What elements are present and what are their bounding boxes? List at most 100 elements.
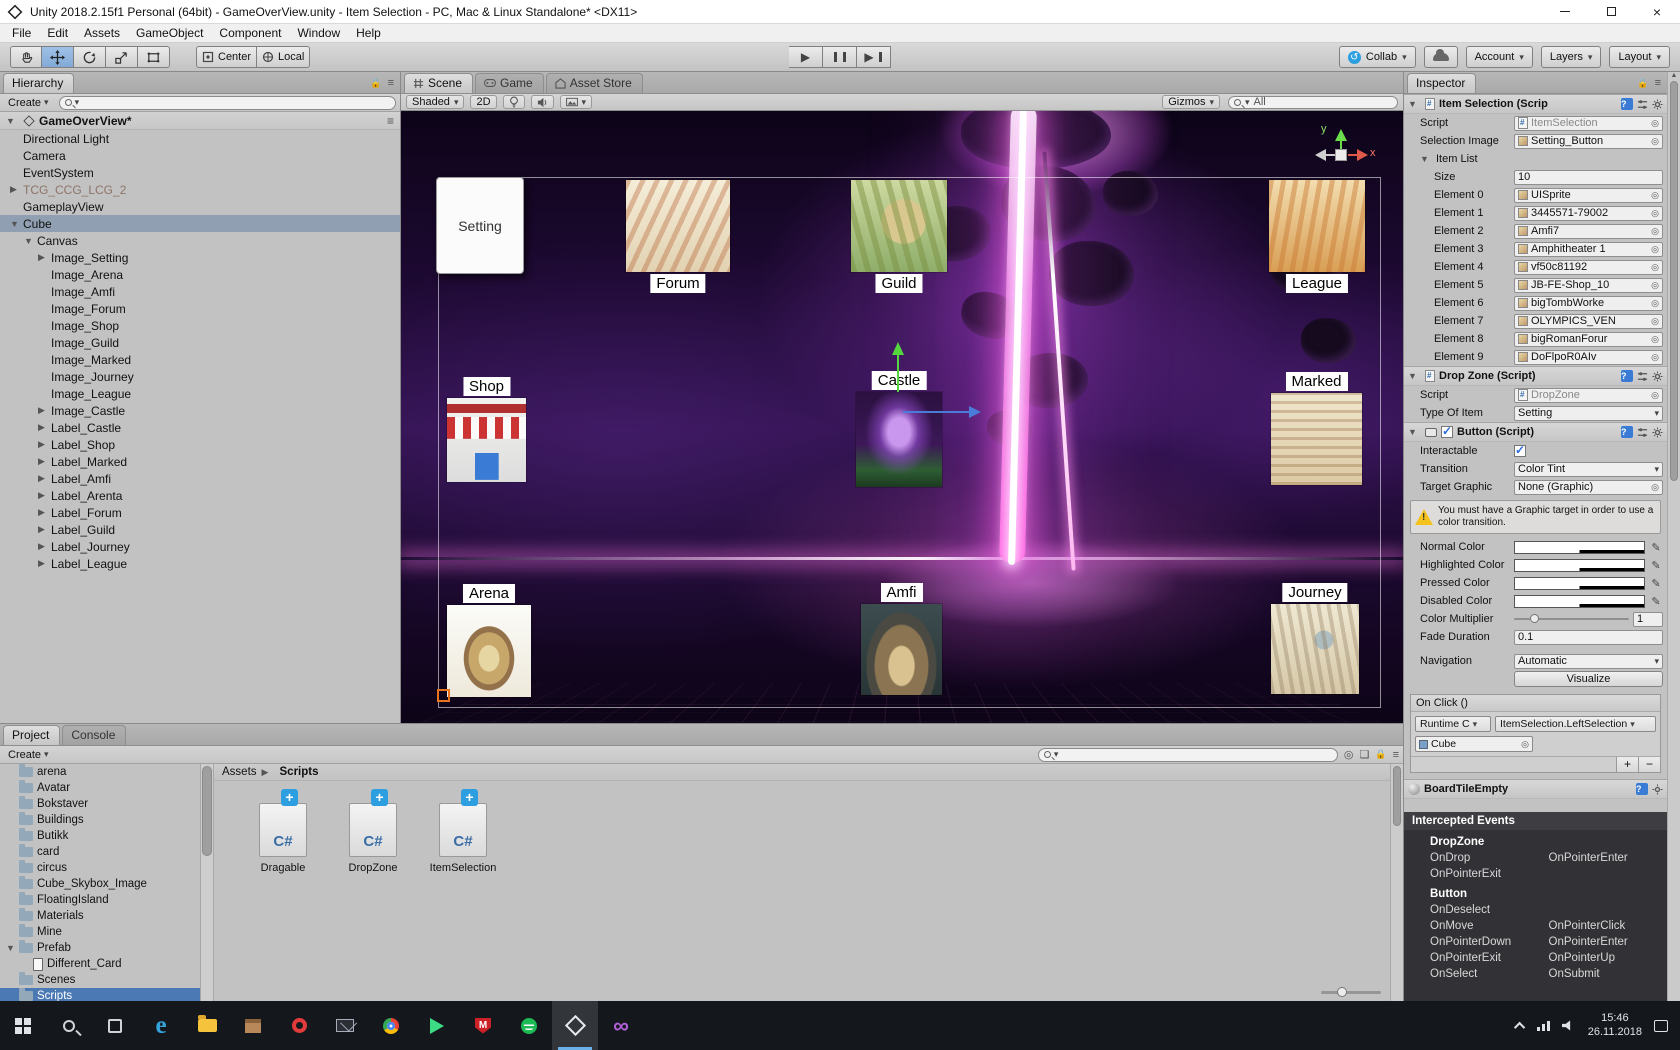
- foldout-closed-icon[interactable]: ▶: [38, 252, 51, 263]
- object-picker-icon[interactable]: ◎: [1651, 118, 1659, 129]
- hierarchy-search-input[interactable]: ▾: [58, 95, 396, 110]
- remove-event-button[interactable]: −: [1638, 757, 1660, 772]
- hierarchy-item-image_arena[interactable]: Image_Arena: [0, 266, 400, 283]
- color-multiplier-field[interactable]: 1: [1633, 611, 1663, 627]
- move-gizmo-y-axis[interactable]: [897, 354, 899, 392]
- unity-taskbar-button[interactable]: [552, 1001, 598, 1050]
- gear-icon[interactable]: [1652, 426, 1663, 438]
- foldout-open-icon[interactable]: ▼: [1408, 371, 1421, 381]
- inspector-scrollbar[interactable]: ▲: [1667, 72, 1680, 1001]
- hierarchy-item-eventsystem[interactable]: EventSystem: [0, 164, 400, 181]
- hierarchy-item-label_forum[interactable]: ▶ Label_Forum: [0, 504, 400, 521]
- selection-image-field[interactable]: Setting_Button ◎: [1514, 133, 1663, 149]
- project-search-input[interactable]: ▾: [1037, 747, 1338, 762]
- component-header-board-tile[interactable]: BoardTileEmpty ?: [1404, 779, 1667, 799]
- scene-image-guild[interactable]: [851, 180, 947, 272]
- foldout-open-icon[interactable]: ▼: [10, 219, 23, 229]
- gizmo-back-cone-icon[interactable]: [1315, 149, 1326, 161]
- hand-tool-button[interactable]: [10, 46, 42, 68]
- search-taskbar-button[interactable]: [46, 1001, 92, 1050]
- foldout-closed-icon[interactable]: ▶: [38, 490, 51, 501]
- foldout-open-icon[interactable]: ▼: [24, 236, 37, 246]
- project-folder-cube_skybox_image[interactable]: Cube_Skybox_Image: [0, 876, 200, 892]
- close-button[interactable]: ×: [1634, 0, 1680, 24]
- foldout-open-icon[interactable]: ▼: [6, 116, 19, 126]
- panel-menu-icon[interactable]: ≡: [388, 77, 394, 89]
- hierarchy-item-label_journey[interactable]: ▶ Label_Journey: [0, 538, 400, 555]
- gizmo-x-cone-icon[interactable]: [1357, 149, 1368, 161]
- move-gizmo-z-arrow-icon[interactable]: [969, 406, 981, 418]
- object-picker-icon[interactable]: ◎: [1651, 136, 1659, 147]
- hierarchy-item-gameplayview[interactable]: GameplayView: [0, 198, 400, 215]
- maximize-button[interactable]: [1588, 0, 1634, 24]
- step-button[interactable]: ▶: [857, 46, 891, 68]
- object-picker-icon[interactable]: ◎: [1651, 262, 1659, 273]
- component-header-button[interactable]: ▼ Button (Script) ?: [1404, 422, 1667, 442]
- hierarchy-item-label_amfi[interactable]: ▶ Label_Amfi: [0, 470, 400, 487]
- element-value-field[interactable]: bigRomanForur ◎: [1514, 331, 1663, 347]
- object-picker-icon[interactable]: ◎: [1651, 390, 1659, 401]
- help-icon[interactable]: ?: [1621, 426, 1633, 438]
- foldout-closed-icon[interactable]: ▶: [38, 405, 51, 416]
- hierarchy-item-image_forum[interactable]: Image_Forum: [0, 300, 400, 317]
- foldout-open-icon[interactable]: ▼: [1420, 154, 1433, 164]
- element-value-field[interactable]: bigTombWorke ◎: [1514, 295, 1663, 311]
- transition-dropdown[interactable]: Color Tint ▾: [1514, 461, 1663, 477]
- eyedropper-icon[interactable]: ✎: [1649, 541, 1663, 554]
- breadcrumb-current[interactable]: Scripts: [280, 766, 319, 778]
- foldout-open-icon[interactable]: ▼: [6, 943, 19, 953]
- scene-menu-icon[interactable]: ≡: [387, 114, 394, 128]
- project-folder-card[interactable]: card: [0, 844, 200, 860]
- hierarchy-item-image_setting[interactable]: ▶ Image_Setting: [0, 249, 400, 266]
- foldout-open-icon[interactable]: ▼: [1408, 427, 1421, 437]
- project-folder-different_card[interactable]: Different_Card: [0, 956, 200, 972]
- toggle-2d-button[interactable]: 2D: [470, 95, 497, 109]
- gizmo-center-cube[interactable]: [1335, 149, 1347, 161]
- element-value-field[interactable]: DoFlpoR0AIv ◎: [1514, 349, 1663, 365]
- color-multiplier-slider[interactable]: [1514, 614, 1629, 623]
- spotify-taskbar-button[interactable]: [506, 1001, 552, 1050]
- visualize-button[interactable]: Visualize: [1514, 671, 1663, 687]
- object-picker-icon[interactable]: ◎: [1651, 208, 1659, 219]
- item-list-foldout[interactable]: ▼ Item List: [1404, 150, 1667, 168]
- scene-effects-dropdown[interactable]: ▾: [559, 95, 593, 109]
- task-view-taskbar-button[interactable]: [92, 1001, 138, 1050]
- target-graphic-field[interactable]: None (Graphic) ◎: [1514, 479, 1663, 495]
- collab-dropdown[interactable]: ↺ Collab ▾: [1338, 46, 1416, 68]
- event-target-object-field[interactable]: Cube ◎: [1415, 736, 1533, 752]
- tab-scene[interactable]: Scene: [404, 73, 474, 93]
- component-header-drop-zone[interactable]: ▼ Drop Zone (Script) ?: [1404, 366, 1667, 386]
- scene-image-shop[interactable]: [447, 398, 526, 482]
- hierarchy-item-image_league[interactable]: Image_League: [0, 385, 400, 402]
- tab-hierarchy[interactable]: Hierarchy: [3, 73, 75, 93]
- tab-console[interactable]: Console: [62, 725, 127, 745]
- element-value-field[interactable]: OLYMPICS_VEN ◎: [1514, 313, 1663, 329]
- object-picker-icon[interactable]: ◎: [1521, 739, 1529, 750]
- slider-thumb[interactable]: [1337, 987, 1347, 997]
- project-asset-itemselection[interactable]: + ItemSelection: [430, 789, 496, 874]
- project-folder-circus[interactable]: circus: [0, 860, 200, 876]
- foldout-closed-icon[interactable]: ▶: [38, 473, 51, 484]
- script-object-field[interactable]: ItemSelection ◎: [1514, 115, 1663, 131]
- rotate-tool-button[interactable]: [74, 46, 106, 68]
- scene-orientation-gizmo[interactable]: y x: [1307, 123, 1377, 187]
- pivot-center-button[interactable]: Center: [196, 46, 258, 68]
- action-center-icon[interactable]: [1654, 1019, 1668, 1032]
- scrollbar-thumb[interactable]: [1670, 81, 1678, 481]
- object-picker-icon[interactable]: ◎: [1651, 482, 1659, 493]
- element-value-field[interactable]: Amphitheater 1 ◎: [1514, 241, 1663, 257]
- package-taskbar-button[interactable]: [230, 1001, 276, 1050]
- object-picker-icon[interactable]: ◎: [1651, 280, 1659, 291]
- edge-taskbar-button[interactable]: [138, 1001, 184, 1050]
- slider-thumb[interactable]: [1530, 614, 1540, 623]
- tab-inspector[interactable]: Inspector: [1407, 73, 1477, 93]
- fade-duration-field[interactable]: 0.1: [1514, 629, 1663, 645]
- foldout-closed-icon[interactable]: ▶: [38, 456, 51, 467]
- tab-asset-store[interactable]: Asset Store: [545, 73, 643, 93]
- element-value-field[interactable]: 3445571-79002 ◎: [1514, 205, 1663, 221]
- project-content-scrollbar[interactable]: [1390, 764, 1403, 1002]
- object-picker-icon[interactable]: ◎: [1651, 226, 1659, 237]
- hierarchy-item-image_journey[interactable]: Image_Journey: [0, 368, 400, 385]
- scene-image-marked[interactable]: [1271, 393, 1362, 485]
- scene-image-forum[interactable]: [626, 180, 730, 272]
